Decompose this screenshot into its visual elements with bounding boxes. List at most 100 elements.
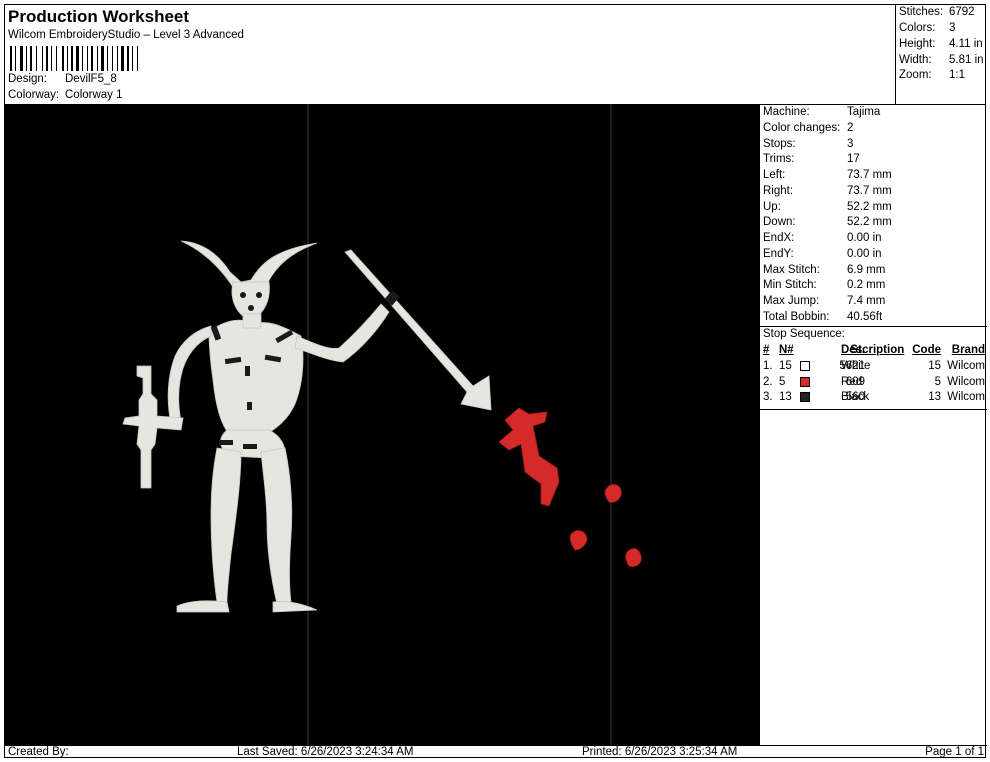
info-value: 52.2 mm	[847, 216, 892, 229]
colorway-row: Colorway: Colorway 1	[8, 89, 123, 101]
table-cell-n: 13	[779, 391, 792, 403]
barcode-bar	[33, 46, 35, 71]
info-value: 2	[847, 121, 854, 134]
info-value: Tajima	[847, 106, 881, 118]
table-header-desc: Description	[841, 344, 905, 356]
printed-date: Printed: 6/26/2023 3:25:34 AM	[582, 746, 738, 758]
software-name: Wilcom EmbroideryStudio – Level 3 Advanc…	[8, 29, 244, 41]
info-value: 40.56ft	[847, 310, 883, 323]
worksheet-frame: Production Worksheet Wilcom EmbroiderySt…	[4, 4, 987, 758]
table-cell-desc: Black	[841, 391, 870, 403]
barcode-bar	[17, 46, 19, 71]
stop-sequence-title: Stop Sequence:	[763, 328, 845, 340]
barcode-bar	[20, 46, 23, 71]
barcode-bar	[130, 46, 131, 71]
barcode-bar	[121, 46, 124, 71]
barcode-bar	[134, 46, 136, 71]
info-row: Up: 52.2 mm	[763, 201, 892, 213]
barcode-bar	[94, 46, 96, 71]
info-row: Trims: 17	[763, 153, 860, 165]
table-cell-num: 1.	[763, 360, 773, 372]
barcode-bar	[71, 46, 73, 71]
barcode-bar	[44, 46, 45, 71]
barcode-bar	[51, 46, 52, 71]
barcode-bar	[46, 46, 48, 71]
info-label: Right:	[763, 184, 794, 197]
info-value: 0.00 in	[847, 247, 882, 260]
info-row: Total Bobbin: 40.56ft	[763, 311, 882, 323]
table-cell-n: 15	[779, 360, 792, 372]
design-row: Design: DevilF5_8	[8, 73, 117, 85]
table-cell-code: 13	[928, 391, 941, 403]
barcode-bar	[139, 46, 140, 71]
barcode-bar	[24, 46, 25, 71]
page-title: Production Worksheet	[8, 7, 190, 26]
colorway-value: Colorway 1	[65, 89, 123, 101]
barcode-bar	[105, 46, 106, 71]
table-cell-n: 5	[779, 375, 786, 388]
stat-zoom: Zoom: 1:1	[899, 69, 965, 81]
embroidery-artwork	[122, 104, 642, 745]
barcode-bar	[137, 46, 138, 71]
barcode-bar	[112, 46, 113, 71]
color-swatch	[800, 361, 810, 371]
barcode-bar	[62, 46, 64, 71]
red-details	[498, 407, 642, 567]
info-label: Down:	[763, 216, 796, 229]
barcode-bar	[125, 46, 126, 71]
stat-label: Zoom:	[899, 69, 932, 81]
barcode-bar	[87, 46, 88, 71]
barcode-bar	[65, 46, 66, 71]
info-value: 73.7 mm	[847, 184, 892, 197]
table-cell-num: 3.	[763, 391, 773, 403]
info-row: Machine: Tajima	[763, 106, 880, 118]
barcode-bar	[132, 46, 133, 71]
info-divider	[760, 326, 987, 327]
barcode-bar	[76, 46, 79, 71]
info-label: Up:	[763, 200, 781, 213]
barcode-bar	[84, 46, 86, 71]
info-value: 0.00 in	[847, 232, 882, 244]
barcode-bar	[74, 46, 75, 71]
barcode-bar	[101, 46, 104, 71]
barcode-bar	[26, 46, 27, 71]
barcode-bar	[28, 46, 29, 71]
info-value: 6.9 mm	[847, 263, 886, 276]
info-label: EndY:	[763, 247, 794, 260]
barcode-bar	[13, 46, 14, 71]
stat-label: Width:	[899, 54, 932, 66]
table-cell-desc: White	[841, 360, 871, 372]
info-row: EndY: 0.00 in	[763, 248, 882, 260]
info-label: Stops:	[763, 137, 796, 150]
page-number: Page 1 of 1	[925, 746, 984, 758]
barcode-bar	[42, 46, 43, 71]
stat-height: Height: 4.11 in	[899, 38, 983, 50]
color-swatch	[800, 376, 810, 387]
machine-info-panel: Machine: Tajima Color changes: 2 Stops: 3 Trim…	[760, 104, 987, 745]
barcode-bar	[30, 46, 32, 71]
table-header-code: Code	[912, 344, 941, 356]
barcode-bar	[67, 46, 68, 71]
table-header-brand: Brand	[951, 344, 985, 356]
info-label: Trims:	[763, 153, 795, 166]
colorway-label: Colorway:	[8, 89, 60, 101]
barcode-bar	[58, 46, 61, 71]
barcode-bar	[15, 46, 16, 71]
barcode-bar	[109, 46, 111, 71]
stat-value: 5.81 in	[949, 54, 984, 66]
info-value: 17	[847, 153, 860, 166]
stat-value: 4.11 in	[949, 38, 983, 50]
info-row: Max Jump: 7.4 mm	[763, 295, 885, 307]
table-header-n: N#	[779, 344, 794, 356]
info-row: Right: 73.7 mm	[763, 185, 892, 197]
info-value: 52.2 mm	[847, 200, 892, 213]
info-row: Min Stitch: 0.2 mm	[763, 279, 885, 291]
stat-label: Colors:	[899, 22, 936, 34]
stat-value: 3	[949, 22, 956, 34]
stat-value: 6792	[949, 6, 975, 18]
barcode-bar	[10, 46, 12, 71]
barcode-bar	[82, 46, 83, 71]
stat-value: 1:1	[949, 69, 965, 81]
info-value: 73.7 mm	[847, 169, 892, 181]
table-divider	[760, 409, 987, 410]
